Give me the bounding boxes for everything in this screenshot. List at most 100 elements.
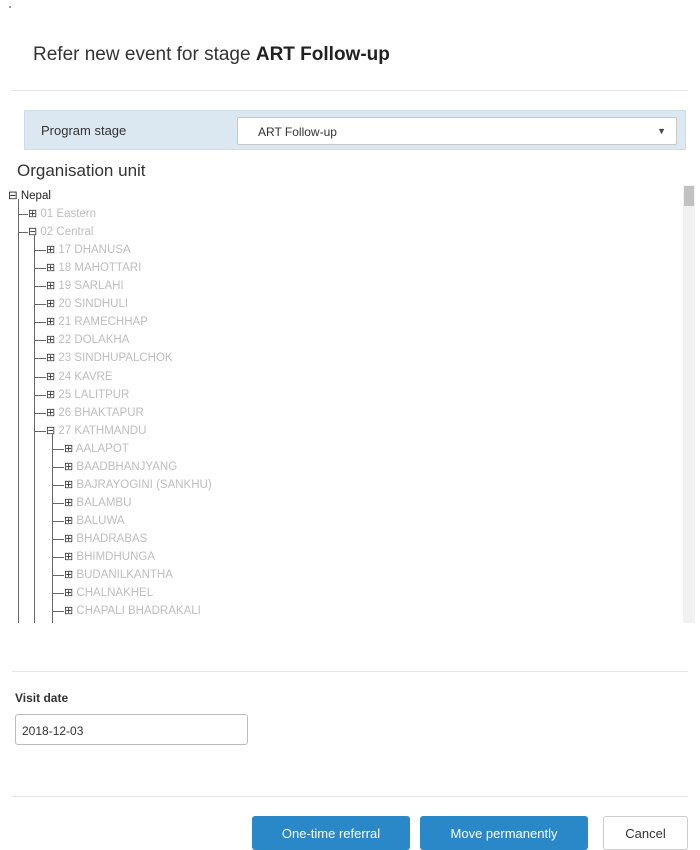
tree-node[interactable]: ⊞ BUDANILKANTHA bbox=[64, 566, 173, 584]
tree-node-label[interactable]: 17 DHANUSA bbox=[55, 244, 130, 256]
tree-node-label[interactable]: CHAPALI BHADRAKALI bbox=[73, 605, 200, 617]
tree-node[interactable]: ⊟ 27 KATHMANDU bbox=[46, 422, 146, 440]
expand-icon[interactable]: ⊞ bbox=[46, 371, 55, 383]
expand-icon[interactable]: ⊞ bbox=[64, 569, 73, 581]
tree-node[interactable]: ⊞ 25 LALITPUR bbox=[46, 386, 129, 404]
expand-icon[interactable]: ⊞ bbox=[46, 244, 55, 256]
visit-date-value: 2018-12-03 bbox=[22, 724, 84, 738]
collapse-icon[interactable]: ⊟ bbox=[46, 425, 55, 437]
tree-node-label[interactable]: BHADRABAS bbox=[73, 533, 147, 545]
tree-node-label[interactable]: BAJRAYOGINI (SANKHU) bbox=[73, 479, 211, 491]
tree-node[interactable]: ⊞ BHIMDHUNGA bbox=[64, 548, 155, 566]
collapse-icon[interactable]: ⊟ bbox=[28, 226, 37, 238]
tree-connector bbox=[34, 358, 46, 360]
tree-node-label[interactable]: 23 SINDHUPALCHOK bbox=[55, 352, 172, 364]
expand-icon[interactable]: ⊞ bbox=[64, 443, 73, 455]
tree-node-label[interactable]: BUDANILKANTHA bbox=[73, 569, 173, 581]
expand-icon[interactable]: ⊞ bbox=[64, 479, 73, 491]
tree-node[interactable]: ⊞ 17 DHANUSA bbox=[46, 241, 131, 259]
tree-node-label[interactable]: BALAMBU bbox=[73, 497, 131, 509]
expand-icon[interactable]: ⊞ bbox=[64, 515, 73, 527]
tree-connector bbox=[52, 538, 64, 540]
tree-node-label[interactable]: 27 KATHMANDU bbox=[55, 425, 146, 437]
visit-date-label: Visit date bbox=[15, 691, 69, 705]
tree-node[interactable]: ⊟ 02 Central bbox=[28, 223, 93, 241]
tree-node-label[interactable]: 02 Central bbox=[37, 226, 93, 238]
visit-date-input[interactable]: 2018-12-03 bbox=[15, 714, 248, 745]
expand-icon[interactable]: ⊞ bbox=[46, 352, 55, 364]
expand-icon[interactable]: ⊞ bbox=[46, 407, 55, 419]
expand-icon[interactable]: ⊞ bbox=[46, 262, 55, 274]
tree-node-label[interactable]: 26 BHAKTAPUR bbox=[55, 407, 143, 419]
tree-node[interactable]: ⊞ 19 SARLAHI bbox=[46, 277, 124, 295]
cancel-button[interactable]: Cancel bbox=[603, 816, 688, 850]
tree-node-label[interactable]: BHIMDHUNGA bbox=[73, 551, 155, 563]
tree-node[interactable]: ⊞ BALUWA bbox=[64, 512, 125, 530]
org-unit-heading: Organisation unit bbox=[17, 161, 146, 180]
tree-connector bbox=[52, 575, 64, 577]
tree-node[interactable]: ⊞ BAADBHANJYANG bbox=[64, 458, 177, 476]
tree-node[interactable]: ⊞ BAJRAYOGINI (SANKHU) bbox=[64, 476, 212, 494]
tree-node-label[interactable]: 25 LALITPUR bbox=[55, 389, 129, 401]
tree-connector bbox=[18, 214, 28, 216]
expand-icon[interactable]: ⊞ bbox=[64, 587, 73, 599]
tree-node-label[interactable]: CHALNAKHEL bbox=[73, 587, 153, 599]
expand-icon[interactable]: ⊞ bbox=[64, 551, 73, 563]
tree-node[interactable]: ⊞ 22 DOLAKHA bbox=[46, 331, 129, 349]
tree-node[interactable]: ⊞ 01 Eastern bbox=[28, 205, 96, 223]
program-stage-select[interactable]: ART Follow-up ▼ bbox=[237, 117, 677, 145]
expand-icon[interactable]: ⊞ bbox=[64, 497, 73, 509]
expand-icon[interactable]: ⊞ bbox=[46, 389, 55, 401]
tree-node-label[interactable]: BAADBHANJYANG bbox=[73, 461, 177, 473]
tree-node[interactable]: ⊞ BALAMBU bbox=[64, 494, 131, 512]
tree-node-label[interactable]: 01 Eastern bbox=[37, 208, 96, 220]
expand-icon[interactable]: ⊞ bbox=[28, 208, 37, 220]
expand-icon[interactable]: ⊞ bbox=[46, 316, 55, 328]
expand-icon[interactable]: ⊞ bbox=[64, 605, 73, 617]
tree-node[interactable]: ⊞ 18 MAHOTTARI bbox=[46, 259, 141, 277]
tree-node[interactable]: ⊞ CHAPALI BHADRAKALI bbox=[64, 602, 201, 620]
move-permanently-button[interactable]: Move permanently bbox=[420, 816, 588, 850]
org-unit-tree: ⊟ Nepal ⊞ 01 Eastern ⊟ 02 Central ⊞ 17 DHA… bbox=[6, 185, 698, 623]
tree-node[interactable]: ⊞ 23 SINDHUPALCHOK bbox=[46, 349, 173, 367]
tree-connector bbox=[52, 502, 64, 504]
tree-divider bbox=[12, 671, 688, 672]
expand-icon[interactable]: ⊞ bbox=[46, 334, 55, 346]
tree-node-label[interactable]: 18 MAHOTTARI bbox=[55, 262, 141, 274]
tree-root-label[interactable]: Nepal bbox=[21, 190, 51, 202]
tree-connector bbox=[34, 394, 46, 396]
tree-connector bbox=[52, 557, 64, 558]
tree-node[interactable]: ⊞ AALAPOT bbox=[64, 440, 129, 458]
tree-node-label[interactable]: 21 RAMECHHAP bbox=[55, 316, 147, 328]
expand-icon[interactable]: ⊞ bbox=[46, 298, 55, 310]
tree-node[interactable]: ⊞ 26 BHAKTAPUR bbox=[46, 404, 144, 422]
expand-icon[interactable]: ⊞ bbox=[64, 461, 73, 473]
tree-scrollbar-thumb[interactable] bbox=[684, 186, 694, 206]
tree-node-label[interactable]: AALAPOT bbox=[73, 443, 129, 455]
tree-connector bbox=[34, 430, 46, 432]
one-time-referral-button[interactable]: One-time referral bbox=[252, 816, 410, 850]
tree-connector bbox=[52, 466, 64, 468]
tree-node[interactable]: ⊞ 21 RAMECHHAP bbox=[46, 313, 148, 331]
tree-node[interactable]: ⊞ CHHAIMALE bbox=[64, 620, 144, 623]
tree-connector bbox=[18, 232, 28, 234]
tree-node[interactable]: ⊞ 20 SINDHULI bbox=[46, 295, 128, 313]
expand-icon[interactable]: ⊞ bbox=[64, 533, 73, 545]
tree-connector bbox=[52, 484, 64, 486]
tree-scrollbar[interactable] bbox=[683, 185, 695, 623]
tree-node[interactable]: ⊞ CHALNAKHEL bbox=[64, 584, 153, 602]
chevron-down-icon: ▼ bbox=[657, 126, 666, 136]
tree-node-label[interactable]: 24 KAVRE bbox=[55, 371, 112, 383]
tree-node[interactable]: ⊞ BHADRABAS bbox=[64, 530, 147, 548]
tree-root[interactable]: ⊟ Nepal bbox=[8, 187, 51, 205]
expand-icon[interactable]: ⊞ bbox=[46, 280, 55, 292]
tree-node-label[interactable]: 22 DOLAKHA bbox=[55, 334, 129, 346]
tree-node-label[interactable]: 19 SARLAHI bbox=[55, 280, 123, 292]
tree-connector bbox=[34, 250, 46, 252]
tree-node-label[interactable]: BALUWA bbox=[73, 515, 124, 527]
tree-node[interactable]: ⊞ 24 KAVRE bbox=[46, 368, 113, 386]
collapse-icon[interactable]: ⊟ bbox=[8, 190, 18, 202]
tree-connector bbox=[34, 304, 46, 306]
corner-dot bbox=[9, 6, 11, 8]
tree-node-label[interactable]: 20 SINDHULI bbox=[55, 298, 128, 310]
